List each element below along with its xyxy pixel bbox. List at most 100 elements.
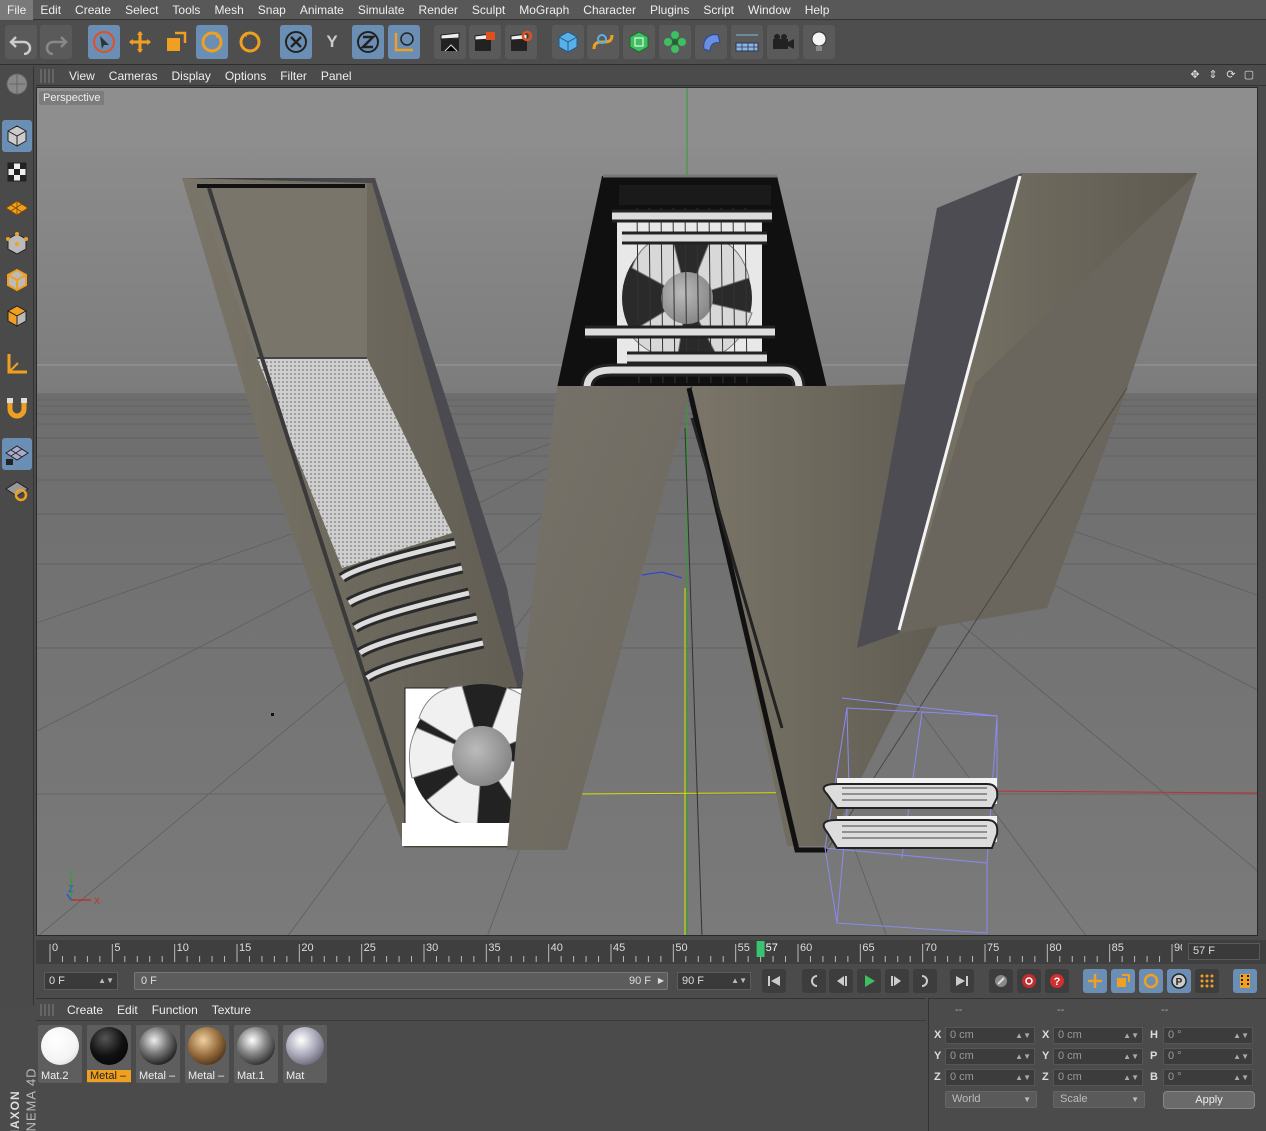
model-mode-button[interactable] [2,120,32,152]
panel-grip[interactable] [40,1003,54,1016]
recent-tool-button[interactable] [234,25,266,59]
viewport-solo-button[interactable] [2,438,32,470]
material-menu-create[interactable]: Create [60,1003,110,1017]
orbit-icon[interactable]: ⟳ [1224,68,1238,82]
menu-edit[interactable]: Edit [33,0,68,20]
menu-animate[interactable]: Animate [293,0,351,20]
undo-button[interactable] [5,25,37,59]
add-deformer-button[interactable] [695,25,727,59]
menu-character[interactable]: Character [576,0,643,20]
menu-select[interactable]: Select [118,0,165,20]
play-forward-button[interactable] [857,969,881,993]
menu-sculpt[interactable]: Sculpt [465,0,512,20]
pan-icon[interactable]: ✥ [1188,68,1202,82]
z-axis-lock-button[interactable] [352,25,384,59]
menu-tools[interactable]: Tools [165,0,207,20]
record-point-level-button[interactable] [1195,969,1219,993]
material-swatch[interactable]: Mat.2 [38,1025,82,1083]
add-floor-button[interactable] [731,25,763,59]
polygons-mode-button[interactable] [2,300,32,332]
snap-settings-button[interactable] [2,474,32,506]
menu-render[interactable]: Render [412,0,465,20]
rot-h-field[interactable]: 0 ° ▲▼ [1163,1027,1253,1044]
preview-range-slider[interactable]: 0 F 90 F ▶ [134,972,668,990]
timeline-ruler[interactable]: 0 5 10 15 20 25 30 35 40 45 50 55 60 65 70 75 80 85 90 57 [36,940,1182,964]
record-position-button[interactable] [1083,969,1107,993]
viewport-menu-options[interactable]: Options [218,69,273,83]
go-to-end-button[interactable] [950,969,974,993]
timeline-layout-button[interactable] [1233,969,1257,993]
size-z-field[interactable]: 0 cm ▲▼ [1053,1069,1143,1086]
render-view-button[interactable] [434,25,466,59]
tweak-mode-button[interactable] [2,392,32,424]
add-light-button[interactable] [803,25,835,59]
coordinate-space-dropdown[interactable]: World ▼ [945,1091,1037,1108]
add-spline-button[interactable] [587,25,619,59]
playhead[interactable] [756,941,765,957]
menu-simulate[interactable]: Simulate [351,0,412,20]
scale-tool-button[interactable] [160,25,192,59]
pos-z-field[interactable]: 0 cm ▲▼ [945,1069,1035,1086]
size-y-field[interactable]: 0 cm ▲▼ [1053,1048,1143,1065]
next-keyframe-button[interactable] [913,969,937,993]
perspective-viewport[interactable]: Y Z X Perspective [36,87,1258,936]
material-swatch[interactable]: Mat [283,1025,327,1083]
make-editable-button[interactable] [2,68,32,100]
record-rotation-button[interactable] [1139,969,1163,993]
max-time-field[interactable]: 90 F ▲▼ [677,972,751,990]
viewport-menu-view[interactable]: View [62,69,102,83]
toggle-view-icon[interactable]: ▢ [1242,68,1256,82]
viewport-menu-panel[interactable]: Panel [314,69,359,83]
render-settings-button[interactable] [505,25,537,59]
workplane-mode-button[interactable] [2,192,32,224]
material-menu-texture[interactable]: Texture [205,1003,258,1017]
menu-window[interactable]: Window [741,0,798,20]
previous-keyframe-button[interactable] [802,969,826,993]
pos-y-field[interactable]: 0 cm ▲▼ [945,1048,1035,1065]
material-swatch[interactable]: Metal – [185,1025,229,1083]
apply-button[interactable]: Apply [1163,1091,1255,1109]
menu-mesh[interactable]: Mesh [207,0,250,20]
min-time-field[interactable]: 0 F ▲▼ [44,972,118,990]
material-menu-function[interactable]: Function [145,1003,205,1017]
redo-button[interactable] [40,25,72,59]
material-menu-edit[interactable]: Edit [110,1003,145,1017]
menu-mograph[interactable]: MoGraph [512,0,576,20]
points-mode-button[interactable] [2,228,32,260]
add-cube-button[interactable] [552,25,584,59]
viewport-menu-cameras[interactable]: Cameras [102,69,165,83]
timeline[interactable]: 0 5 10 15 20 25 30 35 40 45 50 55 60 65 70 75 80 85 90 57 5… [36,940,1266,964]
rotate-tool-button[interactable] [196,25,228,59]
keyframe-selection-button[interactable]: ? [1045,969,1069,993]
rot-b-field[interactable]: 0 ° ▲▼ [1163,1069,1253,1086]
menu-file[interactable]: File [0,0,34,20]
edges-mode-button[interactable] [2,264,32,296]
add-camera-button[interactable] [767,25,799,59]
render-picture-viewer-button[interactable] [469,25,501,59]
record-scale-button[interactable] [1111,969,1135,993]
coordinate-system-button[interactable] [388,25,420,59]
previous-frame-button[interactable] [829,969,853,993]
live-selection-button[interactable] [88,25,120,59]
x-axis-lock-button[interactable] [280,25,312,59]
record-parameter-button[interactable]: P [1167,969,1191,993]
menu-script[interactable]: Script [696,0,741,20]
dolly-icon[interactable]: ⇕ [1206,68,1220,82]
current-frame-field[interactable]: 57 F [1188,943,1260,960]
go-to-start-button[interactable] [762,969,786,993]
viewport-menu-filter[interactable]: Filter [273,69,314,83]
next-frame-button[interactable] [885,969,909,993]
add-nurbs-button[interactable] [623,25,655,59]
axis-mode-button[interactable] [2,348,32,380]
add-array-button[interactable] [659,25,691,59]
viewport-menu-display[interactable]: Display [164,69,217,83]
material-swatch[interactable]: Mat.1 [234,1025,278,1083]
y-axis-lock-button[interactable]: Y [316,25,348,59]
menu-snap[interactable]: Snap [251,0,293,20]
rot-p-field[interactable]: 0 ° ▲▼ [1163,1048,1253,1065]
menu-plugins[interactable]: Plugins [643,0,696,20]
material-swatch[interactable]: Metal – [87,1025,131,1083]
size-x-field[interactable]: 0 cm ▲▼ [1053,1027,1143,1044]
autokeying-button[interactable] [1017,969,1041,993]
menu-help[interactable]: Help [798,0,837,20]
